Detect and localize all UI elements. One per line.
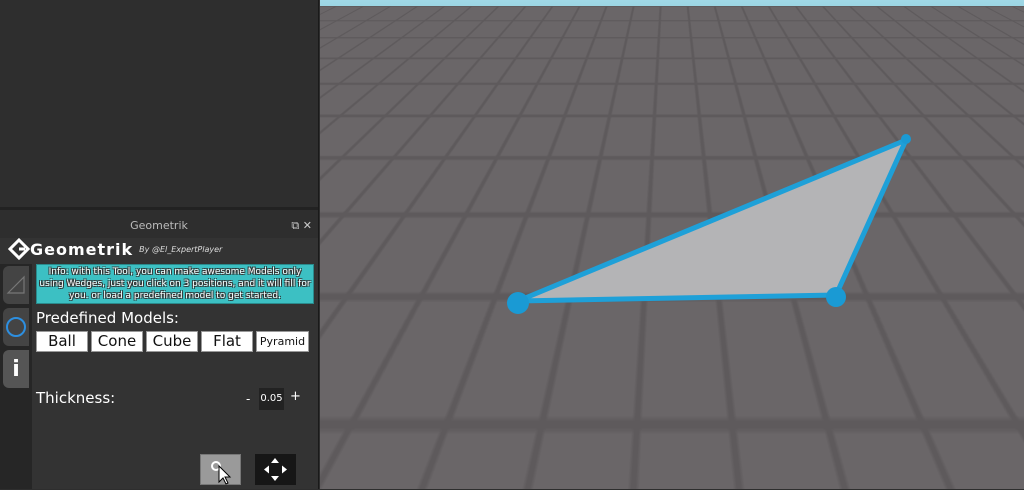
info-icon: i: [12, 356, 20, 382]
thickness-label: Thickness:: [36, 389, 116, 407]
model-cube-button[interactable]: Cube: [146, 331, 198, 352]
model-ball-button[interactable]: Ball: [36, 331, 88, 352]
3d-viewport[interactable]: [320, 0, 1024, 489]
select-tool-button[interactable]: [200, 454, 241, 485]
panel-title: Geometrik: [130, 219, 188, 232]
thickness-decrease-button[interactable]: -: [246, 392, 250, 406]
tab-models[interactable]: [3, 308, 29, 346]
panel-titlebar: Geometrik ⧉ ✕: [0, 214, 318, 238]
vertex-handle[interactable]: [507, 292, 529, 314]
model-flat-button[interactable]: Flat: [201, 331, 253, 352]
plugin-dock: Geometrik ⧉ ✕ Geometrik By @El_ExpertPla…: [0, 0, 319, 489]
side-tabs: i: [0, 264, 32, 489]
empty-dock-area: [0, 0, 318, 210]
select-cursor-icon: [211, 461, 232, 485]
tab-wedge[interactable]: [3, 266, 29, 304]
restore-icon[interactable]: ⧉: [291, 219, 299, 232]
plugin-content: Geometrik By @El_ExpertPlayer i Info: wi…: [0, 238, 318, 489]
thickness-increase-button[interactable]: +: [290, 389, 301, 404]
close-icon[interactable]: ✕: [303, 219, 312, 232]
logo-name: Geometrik: [30, 239, 134, 259]
logo: Geometrik By @El_ExpertPlayer: [8, 238, 222, 260]
tab-info[interactable]: i: [3, 350, 29, 388]
wedge-triangle-icon: [6, 275, 25, 294]
info-box: Info: with this Tool, you can make aweso…: [36, 264, 314, 304]
thickness-input[interactable]: 0.05: [259, 388, 284, 410]
circle-icon: [6, 317, 26, 337]
geometrik-logo-icon: [8, 238, 30, 260]
model-buttons: Ball Cone Cube Flat Pyramid: [36, 331, 309, 352]
move-arrows-icon: [264, 458, 287, 481]
vertex-handle[interactable]: [826, 287, 846, 307]
logo-byline: By @El_ExpertPlayer: [139, 244, 223, 254]
model-pyramid-button[interactable]: Pyramid: [256, 331, 309, 352]
model-cone-button[interactable]: Cone: [91, 331, 143, 352]
vertex-handle[interactable]: [901, 134, 911, 144]
predefined-label: Predefined Models:: [36, 309, 179, 327]
wedge-triangle[interactable]: [320, 0, 1024, 489]
move-tool-button[interactable]: [255, 454, 296, 485]
